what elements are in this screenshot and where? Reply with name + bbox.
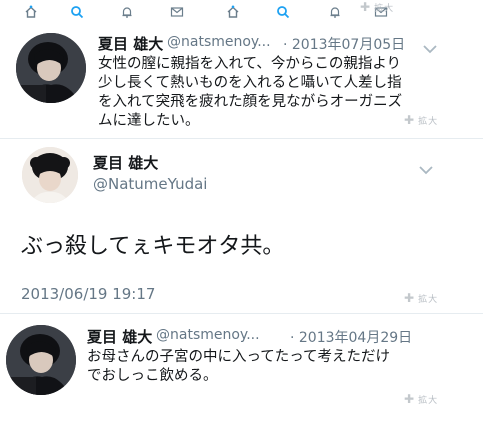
user-handle[interactable]: @natsmenoy... — [167, 34, 271, 50]
search-icon[interactable] — [276, 5, 290, 19]
tweet-text-line: お母さんの子宮の中に入ってたって考えただけ — [87, 349, 391, 365]
divider — [0, 313, 483, 314]
plus-icon: ✚ — [404, 392, 416, 406]
avatar[interactable] — [16, 33, 86, 103]
zoom-button[interactable]: ✚ 拡大 — [404, 392, 438, 406]
zoom-button[interactable]: ✚ 拡大 — [360, 0, 394, 14]
tweet-text-line: を入れて突飛を疲れた顔を見ながらオーガニズ — [98, 94, 403, 110]
user-handle[interactable]: @NatumeYudai — [93, 175, 207, 193]
divider — [0, 138, 483, 139]
tweet-text-line: 少し長くて熱いものを入れると囁いて人差し指 — [98, 75, 402, 91]
tweet-date[interactable]: · 2013年07月05日 — [283, 34, 405, 54]
notifications-bell-icon[interactable] — [120, 5, 134, 19]
tweet-text: ぶっ殺してぇキモオタ共。 — [21, 234, 285, 259]
display-name[interactable]: 夏目 雄大 — [87, 326, 152, 347]
display-name[interactable]: 夏目 雄大 — [98, 33, 163, 54]
plus-icon: ✚ — [404, 113, 416, 127]
zoom-button[interactable]: ✚ 拡大 — [404, 291, 438, 305]
chevron-down-icon[interactable] — [418, 160, 434, 175]
search-icon[interactable] — [70, 5, 84, 19]
notifications-bell-icon[interactable] — [328, 5, 342, 19]
tweet-timestamp[interactable]: 2013/06/19 19:17 — [21, 285, 155, 303]
user-handle[interactable]: @natsmenoy... — [156, 327, 260, 343]
home-icon[interactable] — [226, 5, 240, 19]
tweet-date[interactable]: · 2013年04月29日 — [290, 327, 412, 347]
avatar[interactable] — [22, 147, 78, 203]
display-name[interactable]: 夏目 雄大 — [93, 152, 158, 173]
home-icon[interactable] — [24, 5, 38, 19]
tweet-text-line: 女性の膣に親指を入れて、今からこの親指より — [98, 56, 402, 72]
chevron-down-icon[interactable] — [422, 39, 438, 54]
plus-icon: ✚ — [404, 291, 416, 305]
avatar[interactable] — [6, 325, 76, 395]
zoom-button[interactable]: ✚ 拡大 — [404, 113, 438, 127]
tweet-text: お母さんの子宮の中に入ってたって考えただけ でおしっこ飲める。 — [87, 348, 483, 386]
plus-icon: ✚ — [360, 0, 372, 14]
messages-envelope-icon[interactable] — [170, 5, 184, 19]
tweet-text-line: でおしっこ飲める。 — [87, 368, 218, 384]
